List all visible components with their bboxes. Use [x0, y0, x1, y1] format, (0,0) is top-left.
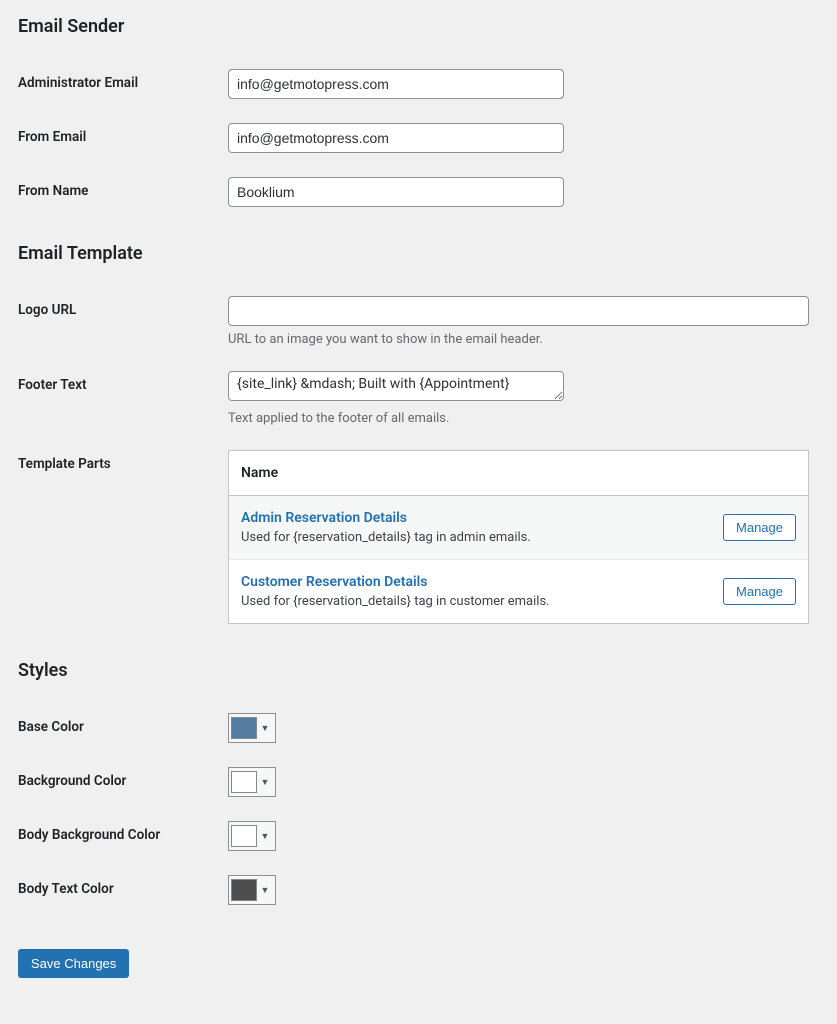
- background-color-label: Background Color: [18, 755, 228, 809]
- chevron-down-icon: ▼: [257, 831, 273, 842]
- section-title-email-template: Email Template: [18, 243, 819, 264]
- logo-url-description: URL to an image you want to show in the …: [228, 332, 809, 347]
- chevron-down-icon: ▼: [257, 777, 273, 788]
- footer-text-label: Footer Text: [18, 359, 228, 438]
- template-part-name-link[interactable]: Admin Reservation Details: [241, 510, 531, 526]
- chevron-down-icon: ▼: [257, 885, 273, 896]
- table-row: Customer Reservation Details Used for {r…: [229, 560, 808, 623]
- section-title-email-sender: Email Sender: [18, 16, 819, 37]
- base-color-label: Base Color: [18, 701, 228, 755]
- footer-text-input[interactable]: {site_link} &mdash; Built with {Appointm…: [228, 371, 564, 401]
- table-row: Admin Reservation Details Used for {rese…: [229, 496, 808, 560]
- template-part-desc: Used for {reservation_details} tag in ad…: [241, 530, 531, 545]
- chevron-down-icon: ▼: [257, 723, 273, 734]
- manage-button[interactable]: Manage: [723, 514, 796, 541]
- admin-email-label: Administrator Email: [18, 57, 228, 111]
- template-parts-table: Name Admin Reservation Details Used for …: [228, 450, 809, 624]
- admin-email-input[interactable]: [228, 69, 564, 99]
- color-swatch: [231, 717, 257, 739]
- logo-url-label: Logo URL: [18, 284, 228, 359]
- base-color-picker[interactable]: ▼: [228, 713, 276, 743]
- manage-button[interactable]: Manage: [723, 578, 796, 605]
- save-changes-button[interactable]: Save Changes: [18, 949, 129, 978]
- from-email-input[interactable]: [228, 123, 564, 153]
- from-name-input[interactable]: [228, 177, 564, 207]
- body-text-color-label: Body Text Color: [18, 863, 228, 917]
- footer-text-description: Text applied to the footer of all emails…: [228, 411, 809, 426]
- body-text-color-picker[interactable]: ▼: [228, 875, 276, 905]
- color-swatch: [231, 771, 257, 793]
- color-swatch: [231, 825, 257, 847]
- template-part-desc: Used for {reservation_details} tag in cu…: [241, 594, 550, 609]
- template-parts-header: Name: [229, 451, 808, 496]
- logo-url-input[interactable]: [228, 296, 809, 326]
- body-background-color-label: Body Background Color: [18, 809, 228, 863]
- body-background-color-picker[interactable]: ▼: [228, 821, 276, 851]
- color-swatch: [231, 879, 257, 901]
- from-email-label: From Email: [18, 111, 228, 165]
- section-title-styles: Styles: [18, 660, 819, 681]
- template-part-name-link[interactable]: Customer Reservation Details: [241, 574, 550, 590]
- template-parts-label: Template Parts: [18, 438, 228, 636]
- from-name-label: From Name: [18, 165, 228, 219]
- background-color-picker[interactable]: ▼: [228, 767, 276, 797]
